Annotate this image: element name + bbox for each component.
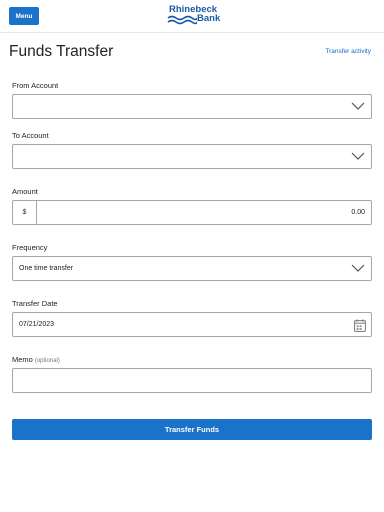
page-title: Funds Transfer	[9, 43, 114, 60]
logo-text-bank: Bank	[197, 13, 221, 24]
currency-symbol: $	[13, 201, 37, 224]
bank-logo[interactable]: Rhinebeck Bank	[165, 4, 227, 30]
transfer-date-value: 07/21/2023	[19, 321, 55, 328]
memo-label: Memo (optional)	[12, 355, 60, 364]
chevron-down-icon	[351, 264, 365, 272]
transfer-activity-link[interactable]: Transfer activity	[325, 48, 371, 55]
amount-label: Amount	[12, 187, 38, 196]
to-account-select[interactable]	[12, 144, 372, 169]
chevron-down-icon	[351, 152, 365, 160]
to-account-label: To Account	[12, 131, 49, 140]
from-account-label: From Account	[12, 81, 59, 90]
memo-optional-note: (optional)	[34, 358, 60, 364]
from-account-select[interactable]	[12, 94, 372, 119]
transfer-date-input[interactable]: 07/21/2023	[12, 312, 372, 337]
frequency-label: Frequency	[12, 243, 48, 252]
transfer-funds-button[interactable]: Transfer Funds	[12, 419, 372, 440]
amount-value: 0.00	[351, 209, 365, 216]
app-header: Menu Rhinebeck Bank	[0, 0, 384, 33]
memo-input[interactable]	[12, 368, 372, 393]
menu-button[interactable]: Menu	[9, 7, 39, 25]
frequency-value: One time transfer	[19, 265, 74, 272]
transfer-date-label: Transfer Date	[12, 299, 58, 308]
amount-input[interactable]: $ 0.00	[12, 200, 372, 225]
memo-label-text: Memo	[12, 355, 33, 364]
frequency-select[interactable]: One time transfer	[12, 256, 372, 281]
calendar-icon[interactable]	[354, 319, 366, 332]
chevron-down-icon	[351, 102, 365, 110]
logo-wave-icon	[167, 15, 197, 25]
